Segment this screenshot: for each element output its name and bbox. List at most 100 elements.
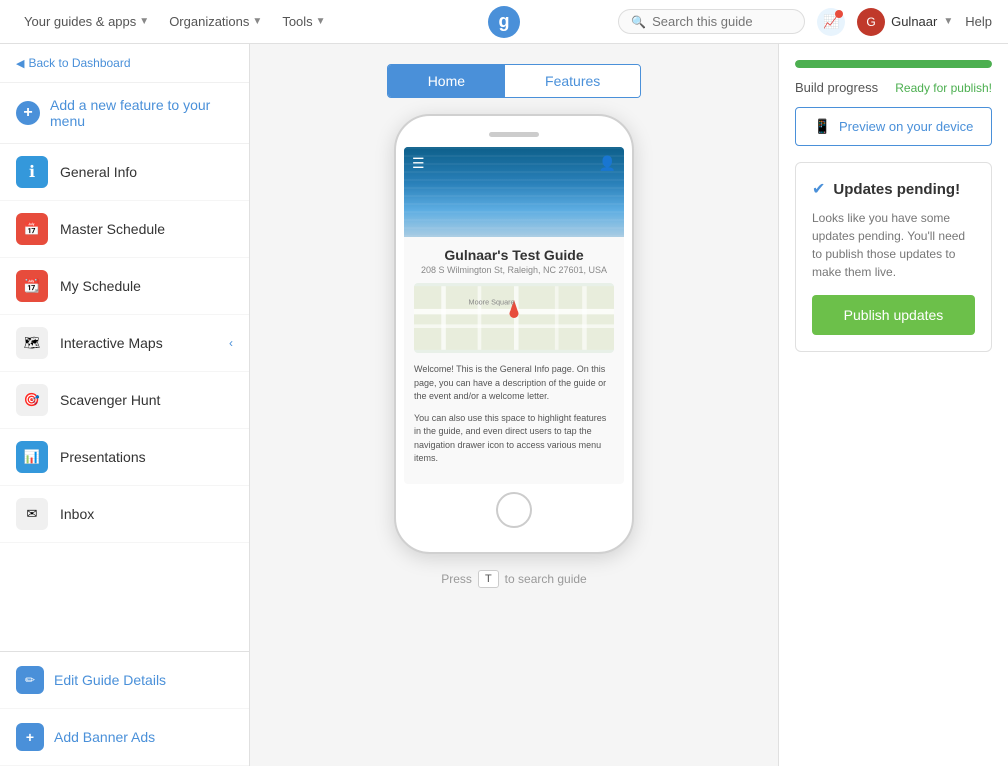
sidebar-item-label: Scavenger Hunt [60, 392, 160, 408]
search-hint: Press T to search guide [441, 570, 586, 588]
back-to-dashboard-link[interactable]: ◀ Back to Dashboard [0, 44, 249, 83]
sidebar-item-label: Presentations [60, 449, 146, 465]
sidebar-item-scavenger-hunt[interactable]: 🎯 Scavenger Hunt [0, 372, 249, 429]
orgs-nav-link[interactable]: Organizations ▼ [161, 10, 270, 33]
master-schedule-icon: 📅 [16, 213, 48, 245]
phone-welcome-text-1: Welcome! This is the General Info page. … [414, 363, 614, 404]
top-nav: Your guides & apps ▼ Organizations ▼ Too… [0, 0, 1008, 44]
sidebar-bottom: ✏ Edit Guide Details + Add Banner Ads [0, 651, 249, 766]
add-feature-button[interactable]: + Add a new feature to your menu [0, 83, 249, 144]
sidebar-item-label: Master Schedule [60, 221, 165, 237]
press-label: Press [441, 572, 472, 586]
preview-btn-label: Preview on your device [839, 119, 973, 134]
phone-header-image: ☰ 👤 [404, 147, 624, 237]
phone-home-button [496, 492, 532, 528]
user-name: Gulnaar [891, 14, 937, 29]
phone-home-button-area [404, 484, 624, 528]
user-menu[interactable]: G Gulnaar ▼ [857, 8, 953, 36]
sidebar-item-label: Inbox [60, 506, 94, 522]
build-ready-text: Ready for publish! [895, 81, 992, 95]
waves-bg [404, 147, 624, 237]
nav-left: Your guides & apps ▼ Organizations ▼ Too… [16, 10, 334, 33]
build-progress-label: Build progress [795, 80, 878, 95]
help-link[interactable]: Help [965, 14, 992, 29]
guides-nav-link[interactable]: Your guides & apps ▼ [16, 10, 157, 33]
presentations-icon: 📊 [16, 441, 48, 473]
guides-arrow-icon: ▼ [139, 16, 149, 27]
interactive-maps-icon: 🗺 [16, 327, 48, 359]
scavenger-hunt-icon: 🎯 [16, 384, 48, 416]
map-svg: Moore Square [414, 283, 614, 353]
collapse-arrow-icon: ‹ [229, 336, 233, 350]
progress-bar-track [795, 60, 992, 68]
notifications-button[interactable]: 📈 [817, 8, 845, 36]
add-feature-label: Add a new feature to your menu [50, 97, 233, 129]
build-progress-row: Build progress Ready for publish! [795, 80, 992, 95]
edit-guide-icon: ✏ [16, 666, 44, 694]
phone-preview-icon: 📱 [814, 118, 831, 135]
avatar: G [857, 8, 885, 36]
phone-mockup: ☰ 👤 Gulnaar's Test Guide 208 S Wilmingto… [394, 114, 634, 554]
sidebar-item-master-schedule[interactable]: 📅 Master Schedule [0, 201, 249, 258]
sidebar-item-general-info[interactable]: ℹ General Info [0, 144, 249, 201]
sidebar-item-presentations[interactable]: 📊 Presentations [0, 429, 249, 486]
back-arrow-icon: ◀ [16, 57, 24, 70]
to-search-label: to search guide [505, 572, 587, 586]
updates-title: Updates pending! [833, 181, 960, 198]
notification-dot [835, 10, 843, 18]
add-banner-ads-button[interactable]: + Add Banner Ads [0, 709, 249, 766]
guides-label: Your guides & apps [24, 14, 136, 29]
edit-guide-label: Edit Guide Details [54, 672, 166, 688]
right-panel: Build progress Ready for publish! 📱 Prev… [778, 44, 1008, 766]
check-icon: ✔ [812, 179, 825, 199]
sidebar-item-my-schedule[interactable]: 📆 My Schedule [0, 258, 249, 315]
sidebar-item-label: My Schedule [60, 278, 141, 294]
main-layout: ◀ Back to Dashboard + Add a new feature … [0, 44, 1008, 766]
progress-bar-fill [795, 60, 992, 68]
sidebar: ◀ Back to Dashboard + Add a new feature … [0, 44, 250, 766]
phone-tabs: Home Features [387, 64, 642, 98]
tools-nav-link[interactable]: Tools ▼ [274, 10, 333, 33]
tab-home-label: Home [428, 73, 465, 89]
sidebar-item-interactive-maps[interactable]: 🗺 Interactive Maps ‹ [0, 315, 249, 372]
phone-content: Gulnaar's Test Guide 208 S Wilmington St… [404, 237, 624, 484]
publish-btn-label: Publish updates [844, 307, 944, 323]
sidebar-item-inbox[interactable]: ✉ Inbox [0, 486, 249, 543]
orgs-arrow-icon: ▼ [252, 16, 262, 27]
updates-description: Looks like you have some updates pending… [812, 209, 975, 281]
search-key-badge: T [478, 570, 499, 588]
add-banner-icon: + [16, 723, 44, 751]
preview-on-device-button[interactable]: 📱 Preview on your device [795, 107, 992, 146]
tab-features-label: Features [545, 73, 600, 89]
tab-features[interactable]: Features [505, 65, 640, 97]
phone-guide-title: Gulnaar's Test Guide [414, 247, 614, 263]
nav-right: 🔍 📈 G Gulnaar ▼ Help [618, 8, 992, 36]
orgs-label: Organizations [169, 14, 249, 29]
publish-updates-button[interactable]: Publish updates [812, 295, 975, 335]
phone-map: Moore Square [414, 283, 614, 353]
back-label: Back to Dashboard [28, 56, 130, 70]
phone-welcome-text-2: You can also use this space to highlight… [414, 412, 614, 466]
tools-arrow-icon: ▼ [316, 16, 326, 27]
add-banner-label: Add Banner Ads [54, 729, 155, 745]
search-bar[interactable]: 🔍 [618, 9, 805, 34]
sidebar-item-label: Interactive Maps [60, 335, 163, 351]
preview-area: Home Features ☰ 👤 Gulnaar's Test Guide 2… [250, 44, 778, 766]
tools-label: Tools [282, 14, 312, 29]
progress-bar-wrap [795, 60, 992, 68]
tab-home[interactable]: Home [388, 65, 505, 97]
svg-text:Moore Square: Moore Square [469, 297, 515, 306]
general-info-icon: ℹ [16, 156, 48, 188]
phone-guide-address: 208 S Wilmington St, Raleigh, NC 27601, … [414, 265, 614, 275]
updates-card: ✔ Updates pending! Looks like you have s… [795, 162, 992, 352]
search-input[interactable] [652, 14, 792, 29]
edit-guide-details-button[interactable]: ✏ Edit Guide Details [0, 652, 249, 709]
phone-screen: ☰ 👤 Gulnaar's Test Guide 208 S Wilmingto… [404, 147, 624, 484]
inbox-icon: ✉ [16, 498, 48, 530]
sidebar-item-label: General Info [60, 164, 137, 180]
logo: g [488, 6, 520, 38]
logo-icon: g [488, 6, 520, 38]
phone-user-icon: 👤 [599, 155, 616, 172]
search-icon: 🔍 [631, 15, 646, 29]
updates-header: ✔ Updates pending! [812, 179, 975, 199]
